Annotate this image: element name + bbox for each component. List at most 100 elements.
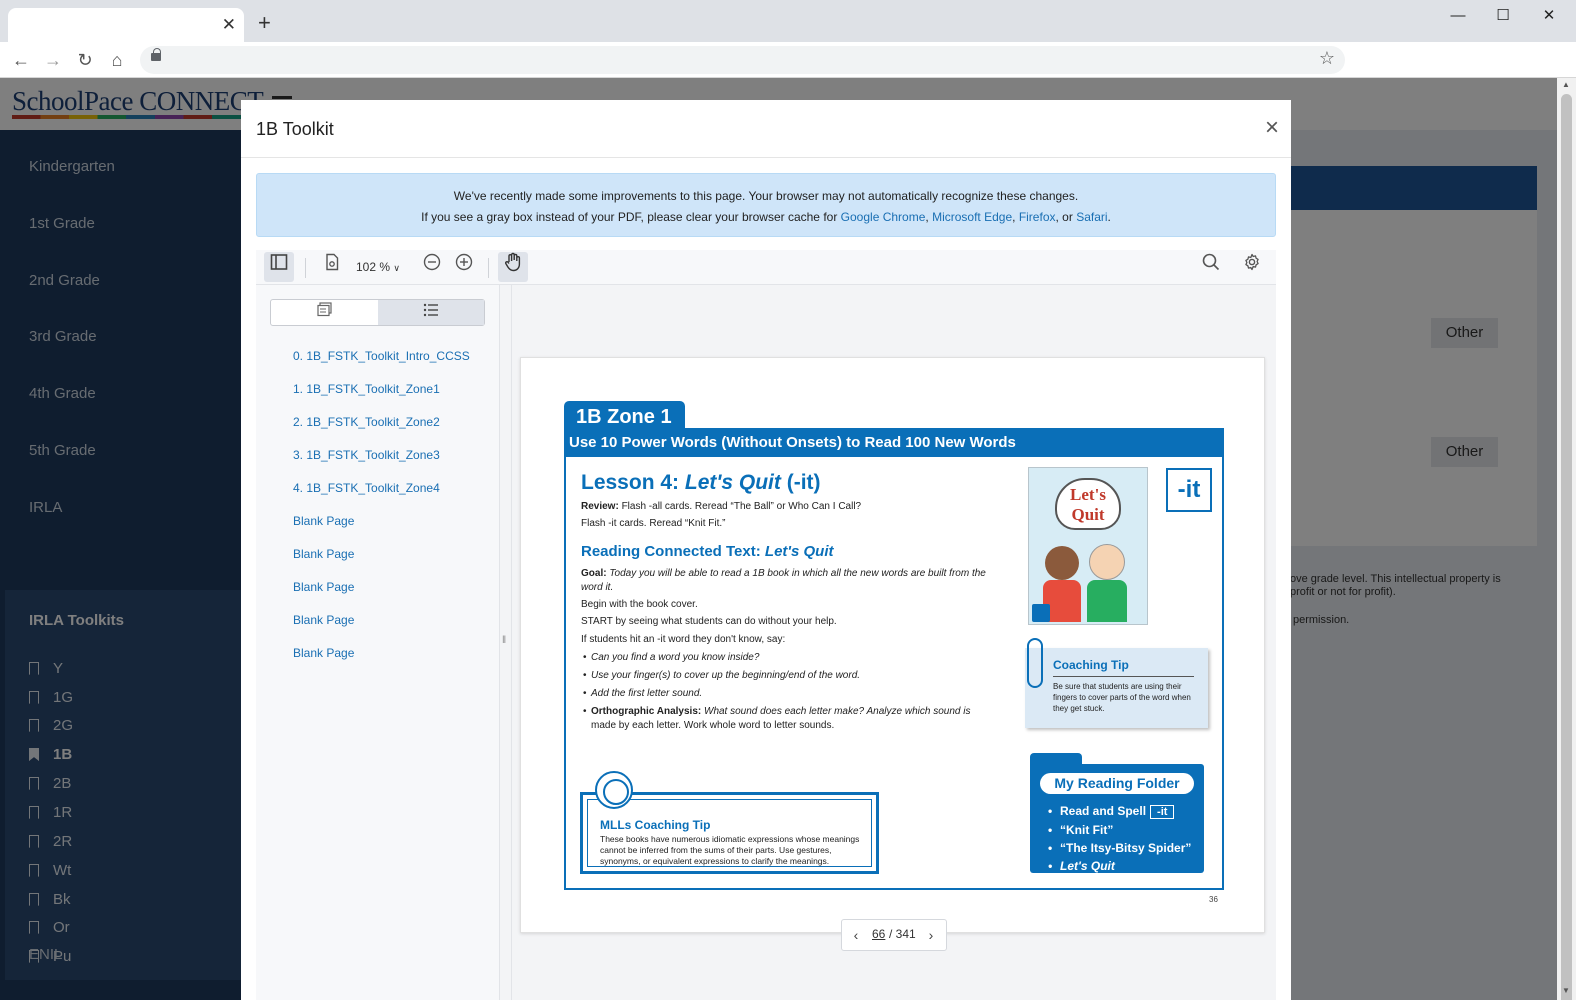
reload-icon[interactable]: ↻ [74,49,96,71]
next-page-icon[interactable]: › [923,926,939,944]
mll-coaching-tip-text: These books have numerous idiomatic expr… [600,834,860,866]
modal-title: 1B Toolkit [256,119,334,139]
new-tab-button[interactable]: + [258,12,271,34]
scrollbar-thumb[interactable] [1561,94,1572,1000]
outline-item[interactable]: Blank Page [293,580,354,594]
reading-folder-title: My Reading Folder [1040,773,1194,794]
mll-inner-frame: MLLs Coaching Tip These books have numer… [587,799,872,867]
illustration-shape [1087,580,1127,622]
pdf-toolbar: 102 % ∨ [256,250,1276,285]
goal-label: Goal: [581,568,607,579]
pdf-page-number: 36 [1209,895,1218,904]
search-icon [1202,253,1220,271]
zoom-dropdown[interactable]: 102 % ∨ [356,252,400,282]
pan-tool-button[interactable] [498,252,528,282]
goal-line-2: word it. [581,582,614,593]
rct-italic: Let's Quit [764,543,834,560]
window-close-button[interactable]: ✕ [1529,4,1569,28]
minimize-button[interactable]: — [1438,4,1478,28]
scroll-down-icon[interactable]: ▼ [1562,986,1570,995]
notice-sep: , or [1055,210,1073,224]
link-microsoft-edge[interactable]: Microsoft Edge [932,210,1012,224]
mll-coaching-tip-title: MLLs Coaching Tip [600,818,711,832]
browser-tab-bar: ✕ + — ☐ ✕ [0,0,1576,42]
current-page-input[interactable]: 66 [872,927,885,941]
modal-close-button[interactable]: × [1265,114,1279,142]
lesson-title-italic: Let's Quit [684,471,781,494]
home-icon[interactable]: ⌂ [106,49,128,71]
outline-item[interactable]: Blank Page [293,646,354,660]
reading-connected-text-heading: Reading Connected Text: Let's Quit [581,543,833,560]
sidebar-view-toggle [270,299,485,326]
flash-line: Flash -it cards. Reread “Knit Fit.” [581,518,726,529]
lesson-title: Lesson 4: Let's Quit (-it) [581,471,821,495]
notice-line-2: If you see a gray box instead of your PD… [257,207,1275,228]
review-label: Review: [581,501,619,512]
page-scrollbar[interactable]: ▲ ▼ [1557,78,1576,1000]
page-fit-button[interactable] [317,252,347,282]
word-family-box: -it [1166,468,1212,512]
browser-tab[interactable]: ✕ [8,8,244,42]
prompt-bullet: Can you find a word you know inside? [583,649,759,666]
search-button[interactable] [1196,252,1226,282]
link-google-chrome[interactable]: Google Chrome [841,210,926,224]
thumbnails-tab[interactable] [271,300,378,325]
zoom-in-icon [455,253,473,271]
zoom-in-button[interactable] [449,252,479,282]
outline-item[interactable]: 0. 1B_FSTK_Toolkit_Intro_CCSS [293,349,470,363]
goal-text: Today you will be able to read a 1B book… [609,568,986,579]
outline-item[interactable]: 4. 1B_FSTK_Toolkit_Zone4 [293,481,440,495]
browser-toolbar: ← → ↻ ⌂ ☆ [0,42,1576,78]
illustration-shape [1089,544,1125,580]
zone-heading: Use 10 Power Words (Without Onsets) to R… [564,428,1224,457]
sidebar-resize-handle[interactable]: ‖ [502,635,506,646]
notice-text: If you see a gray box instead of your PD… [421,210,838,224]
lock-icon [151,48,161,61]
total-pages: / 341 [889,927,916,941]
maximize-button[interactable]: ☐ [1483,4,1523,28]
previous-page-icon[interactable]: ‹ [848,926,864,944]
lesson-title-suffix: (-it) [780,471,821,494]
hand-icon [505,252,521,272]
outline-item[interactable]: Blank Page [293,514,354,528]
reading-folder-box: My Reading Folder Read and Spell-it “Kni… [1030,764,1204,873]
prompt-bullet: Use your finger(s) to cover up the begin… [583,667,860,684]
pdf-page: 1B Zone 1 Use 10 Power Words (Without On… [520,357,1265,933]
book-cover-title: Let's Quit [1055,478,1121,530]
zoom-out-button[interactable] [417,252,447,282]
chevron-down-icon: ∨ [393,263,400,273]
address-bar[interactable]: ☆ [140,46,1345,74]
book-cover-image: Let's Quit [1028,467,1148,625]
sidebar-toggle-button[interactable] [264,252,294,282]
outline-item[interactable]: Blank Page [293,547,354,561]
settings-button[interactable] [1237,252,1267,282]
coaching-tip-rule [1053,676,1194,677]
prompt-bullet: Add the first letter sound. [583,685,702,702]
sidebar-divider [511,285,512,1000]
forward-icon[interactable]: → [42,49,64,71]
outline-item[interactable]: 2. 1B_FSTK_Toolkit_Zone2 [293,415,440,429]
scroll-up-icon[interactable]: ▲ [1562,80,1570,89]
page-navigator: ‹ 66 / 341 › [841,919,947,951]
ortho-text: What sound does each letter make? Analyz… [704,706,971,717]
outline-item[interactable]: 3. 1B_FSTK_Toolkit_Zone3 [293,448,440,462]
review-text: Flash -all cards. Reread “The Ball” or W… [621,501,862,512]
notice-sep: , [1012,210,1016,224]
link-firefox[interactable]: Firefox [1019,210,1056,224]
notice-line-1: We've recently made some improvements to… [453,189,1079,203]
outline-item[interactable]: 1. 1B_FSTK_Toolkit_Zone1 [293,382,440,396]
back-icon[interactable]: ← [10,49,32,71]
lesson-title-prefix: Lesson 4: [581,471,685,494]
gear-icon [1245,253,1259,271]
zoom-out-icon [423,253,441,271]
tab-close-icon[interactable]: ✕ [222,15,236,35]
paperclip-icon [1027,638,1043,688]
folder-item: “The Itsy-Bitsy Spider” [1048,841,1191,855]
review-line: Review: Flash -all cards. Reread “The Ba… [581,498,861,515]
outline-tab[interactable] [378,300,484,325]
bookmark-star-icon[interactable]: ☆ [1319,48,1335,69]
pdf-viewer: 102 % ∨ 0. 1B_FSTK_Toolkit_Intro_CCSS 1.… [256,250,1276,1000]
link-safari[interactable]: Safari [1076,210,1107,224]
outline-item[interactable]: Blank Page [293,613,354,627]
folder-item: Read and Spell-it [1048,804,1175,819]
